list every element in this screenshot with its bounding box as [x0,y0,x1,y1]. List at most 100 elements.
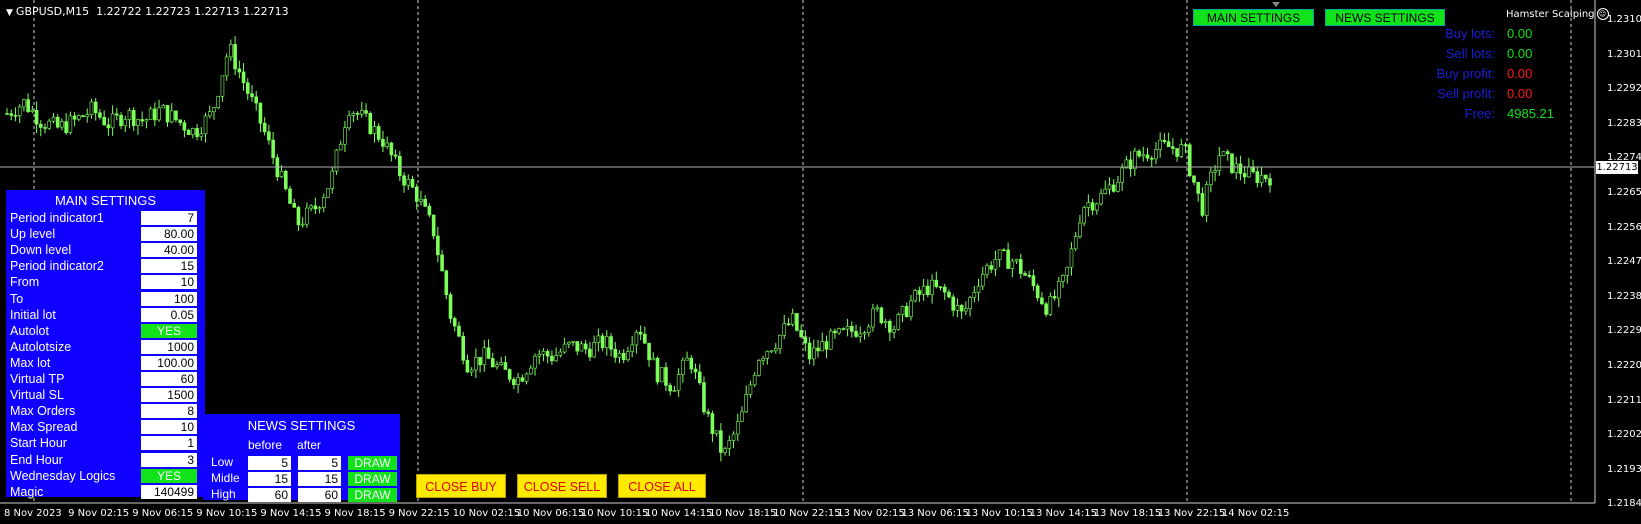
candle-body [609,336,613,350]
setting-input[interactable]: 0.05 [141,307,197,322]
main-settings-button[interactable]: MAIN SETTINGS [1193,9,1314,26]
candle-body [13,115,18,117]
candle-body [617,352,622,358]
setting-label: Max Spread [10,420,78,435]
candle-body [828,330,833,350]
symbol-header[interactable]: ▼ GBPUSD,M15 1.22722 1.22723 1.22713 1.22… [6,5,289,18]
setting-input[interactable]: 40.00 [141,243,197,258]
candle-body [706,411,710,414]
candle-body [1061,275,1065,282]
candle-body [811,347,816,360]
candle-body [507,369,512,380]
price-tick: 1.22470 [1607,256,1641,268]
candle-body [550,355,554,362]
close-all-button[interactable]: CLOSE ALL [618,474,706,498]
candle-body [757,360,761,376]
setting-toggle[interactable]: YES [141,468,197,483]
news-draw-button[interactable]: DRAW [348,488,397,502]
info-label: Sell profit: [1437,86,1495,101]
candle-body [676,374,681,391]
candle-body [850,326,854,332]
news-after-input[interactable]: 60 [298,488,341,502]
setting-input[interactable]: 7 [141,211,197,225]
candle-body [102,116,106,126]
candle-body [457,325,461,337]
time-tick: 10 Nov 10:15 [580,508,649,519]
news-draw-button[interactable]: DRAW [348,472,397,486]
candle-body [1133,150,1137,170]
candle-body [664,367,668,386]
setting-label: Period indicator1 [10,211,104,225]
candle-body [1263,174,1268,179]
candle-body [571,341,575,343]
setting-input[interactable]: 100 [141,291,197,306]
setting-toggle[interactable]: YES [141,323,197,338]
setting-input[interactable]: 1500 [141,388,197,403]
candle-body [131,110,136,126]
candle-body [1116,181,1120,192]
candle-body [220,75,225,97]
candle-body [1209,171,1213,185]
news-settings-button[interactable]: NEWS SETTINGS [1325,9,1445,26]
candle-body [588,348,592,358]
candle-body [790,313,795,325]
time-tick: 13 Nov 06:15 [901,508,969,519]
setting-input[interactable]: 60 [141,372,197,386]
candle-body [224,56,229,77]
candle-body [216,96,221,108]
setting-input[interactable]: 80.00 [141,227,197,242]
candle-body [89,101,94,115]
candle-body [452,318,457,327]
chart-shift-marker-icon[interactable] [1272,2,1280,7]
candle-body [795,313,799,331]
candle-body [655,357,660,383]
candle-body [600,335,605,348]
candle-body [1213,170,1217,173]
candle-body [17,106,22,117]
setting-input[interactable]: 3 [141,452,197,467]
news-after-input[interactable]: 15 [298,472,341,486]
candle-body [904,306,909,317]
news-before-input[interactable]: 60 [248,488,291,502]
info-label: Free: [1464,106,1495,121]
close-buy-button[interactable]: CLOSE BUY [416,474,506,498]
current-price-tag: 1.22713 [1596,161,1638,174]
candle-body [845,326,850,330]
setting-input[interactable]: 100.00 [141,355,197,370]
info-label: Sell lots: [1445,46,1495,61]
candle-body [719,430,723,453]
candle-body [875,307,879,310]
candle-body [537,354,542,357]
setting-input[interactable]: 140499 [141,484,197,499]
candle-body [148,108,153,120]
news-before-input[interactable]: 5 [248,456,291,470]
candle-body [355,112,360,115]
candle-body [516,377,520,385]
close-sell-button[interactable]: CLOSE SELL [517,474,607,498]
news-before-input[interactable]: 15 [248,472,291,486]
time-tick: 9 Nov 02:15 [68,508,130,519]
setting-input[interactable]: 10 [141,420,197,435]
setting-input[interactable]: 1 [141,436,197,451]
candle-body [161,105,166,109]
candle-body [330,170,335,189]
candle-body [773,348,778,352]
candle-body [871,308,875,328]
candle-body [567,342,571,345]
time-tick: 8 Nov 2023 [4,508,62,519]
setting-input[interactable]: 15 [141,259,197,274]
setting-input[interactable]: 8 [141,404,197,419]
setting-input[interactable]: 10 [141,275,197,290]
news-after-input[interactable]: 5 [298,456,341,470]
candle-body [1200,193,1205,216]
time-tick: 13 Nov 02:15 [837,508,905,519]
chevron-down-icon[interactable]: ▼ [6,8,13,18]
news-draw-button[interactable]: DRAW [348,456,397,470]
candle-body [5,113,9,115]
candle-body [1158,139,1162,150]
candle-body [1141,154,1146,157]
candle-body [34,109,39,125]
setting-input[interactable]: 1000 [141,339,197,354]
setting-label: Start Hour [10,436,67,451]
candle-body [144,119,149,122]
